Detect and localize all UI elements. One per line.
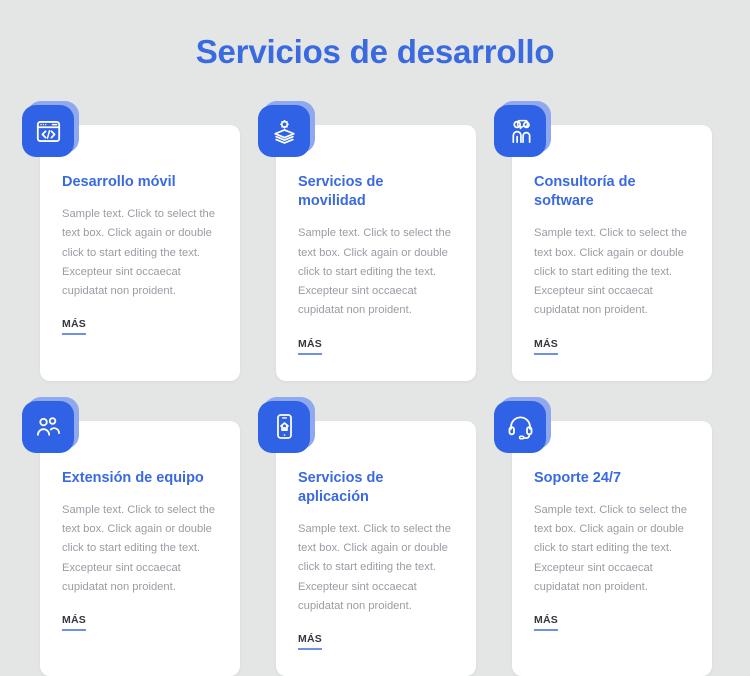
- headset-support-icon: [494, 400, 546, 453]
- card-title: Extensión de equipo: [62, 469, 204, 486]
- mobile-app-icon: [258, 400, 310, 453]
- service-card-desarrollo-movil[interactable]: Desarrollo móvil Sample text. Click to s…: [22, 101, 240, 381]
- icon-tile-wrapper: [22, 396, 79, 455]
- card-body-text: Sample text. Click to select the text bo…: [298, 522, 451, 612]
- card-body-text: Sample text. Click to select the text bo…: [534, 503, 687, 593]
- card-title: Desarrollo móvil: [62, 174, 176, 190]
- card-body-text: Sample text. Click to select the text bo…: [62, 208, 215, 298]
- service-card-servicios-de-aplicacion[interactable]: Servicios de aplicación Sample text. Cli…: [258, 396, 476, 676]
- code-window-icon: [22, 105, 74, 157]
- card-title: Consultoría de software: [534, 174, 636, 210]
- more-link[interactable]: MÁS: [298, 633, 322, 651]
- team-group-icon: [22, 400, 74, 453]
- people-consulting-icon: [494, 105, 546, 157]
- more-link[interactable]: MÁS: [298, 338, 322, 355]
- icon-tile-wrapper: [22, 101, 79, 159]
- services-card-grid: Desarrollo móvil Sample text. Click to s…: [22, 101, 712, 676]
- more-link[interactable]: MÁS: [62, 614, 86, 632]
- icon-tile-wrapper: [258, 101, 315, 159]
- page-title: Servicios de desarrollo: [195, 33, 555, 70]
- service-card-consultoria-de-software[interactable]: Consultoría de software Sample text. Cli…: [494, 101, 712, 381]
- icon-tile-wrapper: [258, 396, 315, 455]
- card-title: Servicios de movilidad: [298, 174, 384, 210]
- icon-tile-wrapper: [494, 396, 551, 455]
- service-card-soporte-24-7[interactable]: Soporte 24/7 Sample text. Click to selec…: [494, 396, 712, 676]
- services-page: Servicios de desarrollo Desarrollo móvil…: [0, 0, 750, 676]
- more-link[interactable]: MÁS: [534, 614, 558, 632]
- more-link[interactable]: MÁS: [62, 318, 86, 336]
- more-link[interactable]: MÁS: [534, 338, 558, 355]
- service-card-extension-de-equipo[interactable]: Extensión de equipo Sample text. Click t…: [22, 396, 240, 676]
- card-title: Servicios de aplicación: [298, 469, 384, 505]
- card-body-text: Sample text. Click to select the text bo…: [298, 227, 451, 317]
- service-card-servicios-de-movilidad[interactable]: Servicios de movilidad Sample text. Clic…: [258, 101, 476, 381]
- layers-gear-icon: [258, 105, 310, 157]
- card-title: Soporte 24/7: [534, 469, 622, 486]
- card-body-text: Sample text. Click to select the text bo…: [534, 227, 687, 317]
- card-body-text: Sample text. Click to select the text bo…: [62, 503, 215, 593]
- icon-tile-wrapper: [494, 101, 551, 159]
